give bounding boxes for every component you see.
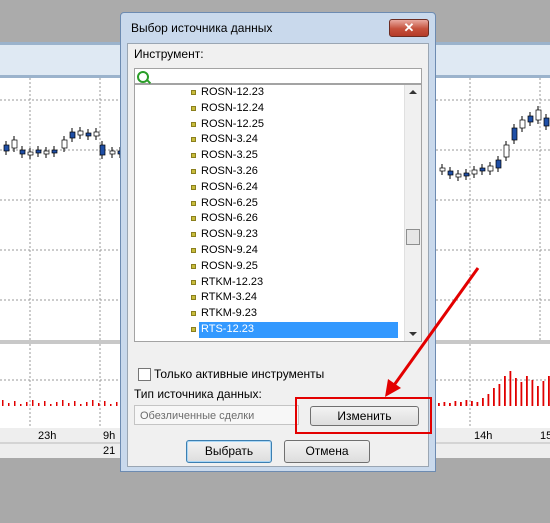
annotation-arrow: [385, 267, 480, 397]
